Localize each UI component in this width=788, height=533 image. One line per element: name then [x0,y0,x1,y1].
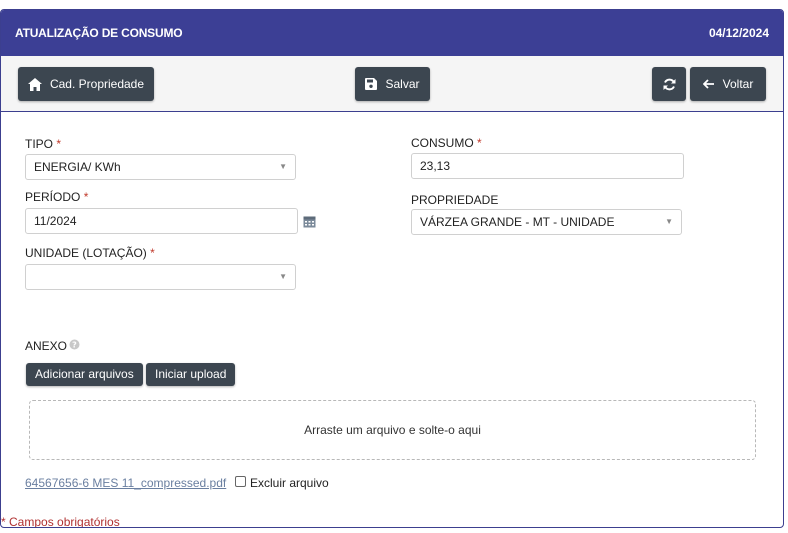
back-button[interactable]: Voltar [690,67,766,101]
tipo-select[interactable]: ENERGIA/ KWh ▼ [25,154,296,180]
svg-text:?: ? [72,341,77,350]
periodo-value: 11/2024 [34,214,77,228]
save-label: Salvar [385,77,420,91]
attached-file-link[interactable]: 64567656-6 MES 11_compressed.pdf [25,476,226,490]
periodo-input[interactable]: 11/2024 [25,208,298,234]
refresh-button[interactable] [652,67,686,101]
periodo-label: PERÍODO * [25,190,89,204]
propriedade-label: PROPRIEDADE [411,193,499,207]
file-dropzone[interactable]: Arraste um arquivo e solte-o aqui [29,400,756,460]
tipo-label: TIPO * [25,137,62,151]
cad-propriedade-button[interactable]: Cad. Propriedade [18,67,154,101]
add-files-button[interactable]: Adicionar arquivos [26,363,143,386]
calendar-icon[interactable] [303,215,316,231]
floppy-icon [365,78,378,90]
consumption-panel: ATUALIZAÇÃO DE CONSUMO 04/12/2024 Cad. P… [0,9,784,528]
required-marker: * [150,246,155,260]
refresh-icon [663,78,676,91]
consumo-value: 23,13 [420,159,451,173]
required-marker: * [477,136,482,150]
chevron-down-icon: ▼ [665,217,673,226]
header-date: 04/12/2024 [708,26,769,40]
back-label: Voltar [722,77,754,91]
chevron-down-icon: ▼ [279,162,287,171]
consumo-label: CONSUMO * [411,136,482,150]
page-title: ATUALIZAÇÃO DE CONSUMO [15,26,183,40]
chevron-down-icon: ▼ [279,272,287,281]
required-fields-note: * Campos obrigatórios [1,515,120,528]
unidade-select[interactable]: ▼ [25,264,296,290]
required-marker: * [83,190,89,204]
delete-file-checkbox[interactable] [235,476,246,487]
tipo-value: ENERGIA/ KWh [34,160,121,174]
required-marker: * [56,137,62,151]
anexo-label: ANEXO ? [25,339,80,353]
propriedade-select[interactable]: VÁRZEA GRANDE - MT - UNIDADE ▼ [411,209,682,235]
unidade-label: UNIDADE (LOTAÇÃO) * [25,246,155,260]
propriedade-value: VÁRZEA GRANDE - MT - UNIDADE [420,215,615,229]
save-button[interactable]: Salvar [355,67,430,101]
consumo-input[interactable]: 23,13 [411,153,684,179]
start-upload-button[interactable]: Iniciar upload [146,363,236,386]
cad-propriedade-label: Cad. Propriedade [49,77,145,91]
dropzone-text: Arraste um arquivo e solte-o aqui [304,423,481,437]
delete-file-label: Excluir arquivo [250,476,329,490]
toolbar: Cad. Propriedade Salvar Voltar [1,56,783,112]
arrow-left-icon [702,79,715,89]
panel-header: ATUALIZAÇÃO DE CONSUMO 04/12/2024 [1,10,783,56]
question-circle-icon[interactable]: ? [69,339,80,353]
home-icon [27,77,42,91]
